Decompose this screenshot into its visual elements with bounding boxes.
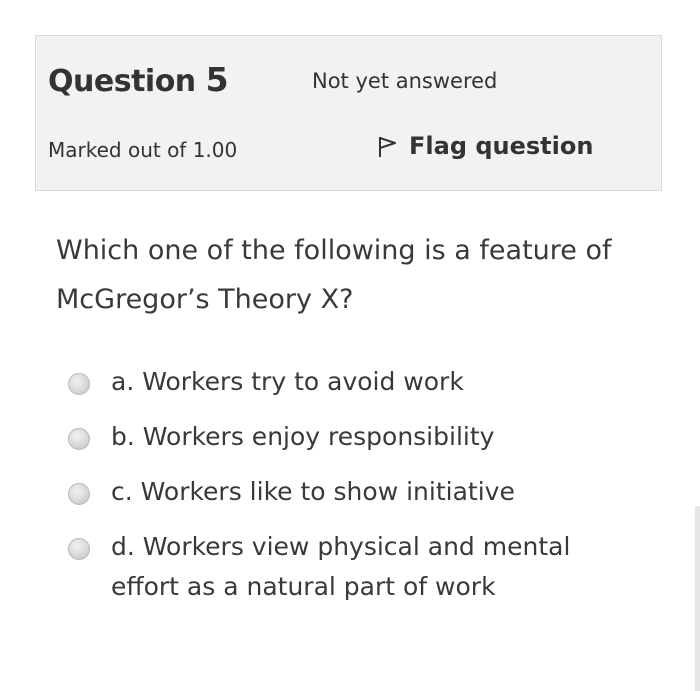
flag-icon xyxy=(374,133,400,159)
answer-label-line: d. Workers view physical and mental xyxy=(111,532,571,561)
answer-option-c[interactable]: c. Workers like to show initiative xyxy=(68,472,628,527)
scrollbar-track[interactable] xyxy=(695,506,700,691)
radio-button[interactable] xyxy=(68,538,90,560)
radio-button[interactable] xyxy=(68,373,90,395)
question-title-prefix: Question xyxy=(48,64,206,99)
flag-question-button[interactable]: Flag question xyxy=(374,132,593,160)
radio-button[interactable] xyxy=(68,428,90,450)
answer-label[interactable]: b. Workers enjoy responsibility xyxy=(111,417,494,457)
answer-label-line: effort as a natural part of work xyxy=(111,572,496,601)
flag-question-label: Flag question xyxy=(409,132,594,160)
question-text-line: McGregor’s Theory X? xyxy=(56,284,354,315)
question-title: Question 5 xyxy=(48,60,229,99)
answer-option-d[interactable]: d. Workers view physical and mental effo… xyxy=(68,527,628,607)
question-state: Not yet answered xyxy=(312,69,498,93)
answer-options: a. Workers try to avoid work b. Workers … xyxy=(68,362,628,607)
question-grade: Marked out of 1.00 xyxy=(48,138,238,162)
question-text-line: Which one of the following is a feature … xyxy=(56,235,612,266)
answer-option-a[interactable]: a. Workers try to avoid work xyxy=(68,362,628,417)
question-text: Which one of the following is a feature … xyxy=(56,226,636,324)
answer-label[interactable]: c. Workers like to show initiative xyxy=(111,472,515,512)
question-number: 5 xyxy=(205,60,229,99)
answer-label[interactable]: d. Workers view physical and mental effo… xyxy=(111,527,570,607)
answer-label[interactable]: a. Workers try to avoid work xyxy=(111,362,464,402)
question-info-panel: Question 5 Not yet answered Marked out o… xyxy=(35,35,662,191)
answer-option-b[interactable]: b. Workers enjoy responsibility xyxy=(68,417,628,472)
radio-button[interactable] xyxy=(68,483,90,505)
